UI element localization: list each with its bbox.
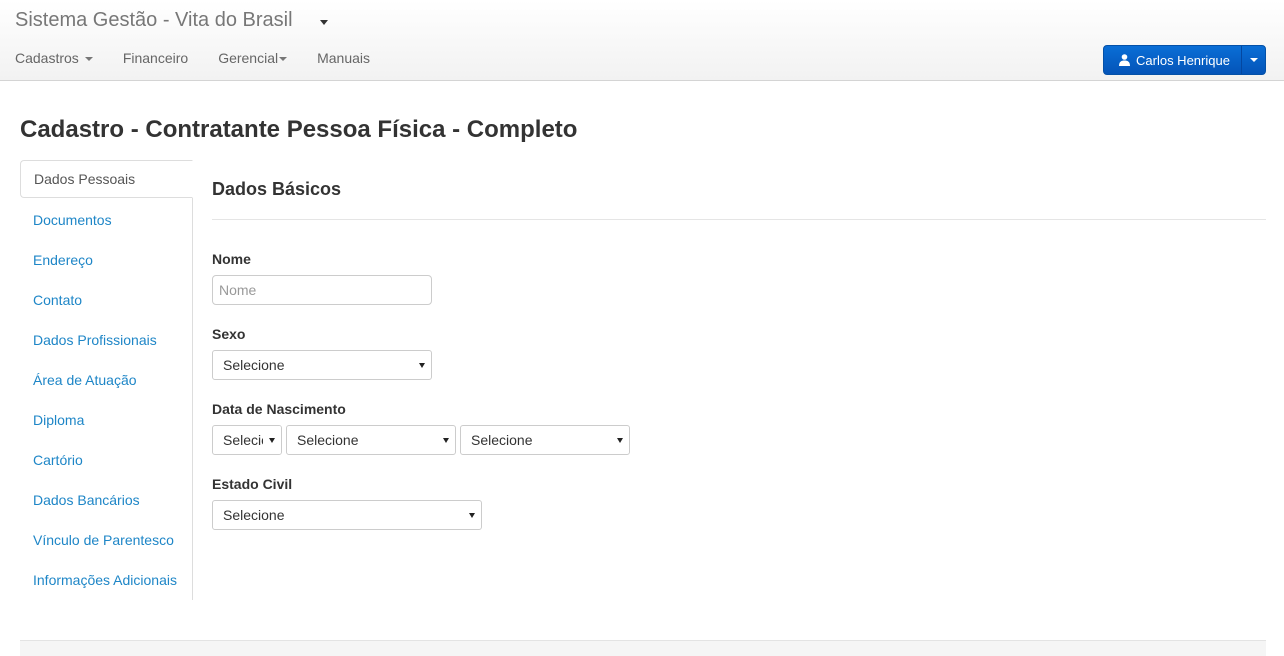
dropdown-arrow-icon <box>617 438 623 443</box>
user-button[interactable]: Carlos Henrique <box>1104 46 1241 74</box>
sidebar-item-diploma[interactable]: Diploma <box>20 400 192 440</box>
nome-label: Nome <box>212 251 251 267</box>
dropdown-arrow-icon <box>269 438 275 443</box>
dropdown-arrow-icon <box>419 363 425 368</box>
brand-title: Sistema Gestão - Vita do Brasil <box>15 9 293 31</box>
sidebar-nav: Dados Pessoais Documentos Endereço Conta… <box>20 160 193 600</box>
user-name: Carlos Henrique <box>1136 52 1230 68</box>
sexo-select-value: Selecione <box>223 357 285 373</box>
sidebar-item-vinculo-parentesco[interactable]: Vínculo de Parentesco <box>20 520 192 560</box>
sidebar-item-area-atuacao[interactable]: Área de Atuação <box>20 360 192 400</box>
menu-item-gerencial[interactable]: Gerencial <box>218 50 288 66</box>
sidebar-item-endereco[interactable]: Endereço <box>20 240 192 280</box>
estado-civil-select[interactable]: Selecione <box>212 500 482 530</box>
nascimento-dia-select[interactable]: Selecione <box>212 425 282 455</box>
sidebar-item-cartorio[interactable]: Cartório <box>20 440 192 480</box>
chevron-down-icon <box>84 56 93 61</box>
nome-input[interactable] <box>212 275 432 305</box>
sidebar-item-documentos[interactable]: Documentos <box>20 200 192 240</box>
sidebar-item-dados-bancarios[interactable]: Dados Bancários <box>20 480 192 520</box>
sidebar-item-dados-profissionais[interactable]: Dados Profissionais <box>20 320 192 360</box>
menu-item-financeiro[interactable]: Financeiro <box>123 50 188 66</box>
main-menu: Cadastros Financeiro Gerencial Manuais <box>0 50 370 66</box>
page-title: Cadastro - Contratante Pessoa Física - C… <box>20 116 578 143</box>
chevron-down-icon <box>319 19 328 25</box>
estado-civil-value: Selecione <box>223 507 285 523</box>
user-dropdown-toggle[interactable] <box>1241 46 1265 74</box>
estado-civil-label: Estado Civil <box>212 476 293 492</box>
menu-item-label: Cadastros <box>15 50 79 66</box>
dropdown-arrow-icon <box>443 438 449 443</box>
user-icon <box>1119 54 1130 66</box>
data-nascimento-label: Data de Nascimento <box>212 401 346 417</box>
section-title: Dados Básicos <box>212 179 342 199</box>
footer-panel <box>20 640 1266 656</box>
menu-item-manuais[interactable]: Manuais <box>317 50 370 66</box>
sexo-select[interactable]: Selecione <box>212 350 432 380</box>
user-button-group: Carlos Henrique <box>1103 45 1266 75</box>
sidebar-item-dados-pessoais[interactable]: Dados Pessoais <box>20 160 193 198</box>
brand-dropdown[interactable]: Sistema Gestão - Vita do Brasil <box>15 9 328 32</box>
menu-item-cadastros[interactable]: Cadastros <box>15 50 93 66</box>
nascimento-mes-select[interactable]: Selecione <box>286 425 456 455</box>
dropdown-arrow-icon <box>469 513 475 518</box>
sidebar-item-informacoes-adicionais[interactable]: Informações Adicionais <box>20 560 192 600</box>
top-navbar: Sistema Gestão - Vita do Brasil Cadastro… <box>0 0 1284 81</box>
sidebar-item-contato[interactable]: Contato <box>20 280 192 320</box>
section-divider <box>212 219 1266 220</box>
nascimento-ano-value: Selecione <box>471 432 533 448</box>
sexo-label: Sexo <box>212 326 246 342</box>
menu-item-label: Manuais <box>317 50 371 66</box>
menu-item-label: Financeiro <box>122 50 189 66</box>
nascimento-ano-select[interactable]: Selecione <box>460 425 630 455</box>
nascimento-mes-value: Selecione <box>297 432 359 448</box>
menu-item-label: Gerencial <box>218 50 279 66</box>
chevron-down-icon <box>279 56 288 61</box>
chevron-down-icon <box>1249 58 1258 62</box>
